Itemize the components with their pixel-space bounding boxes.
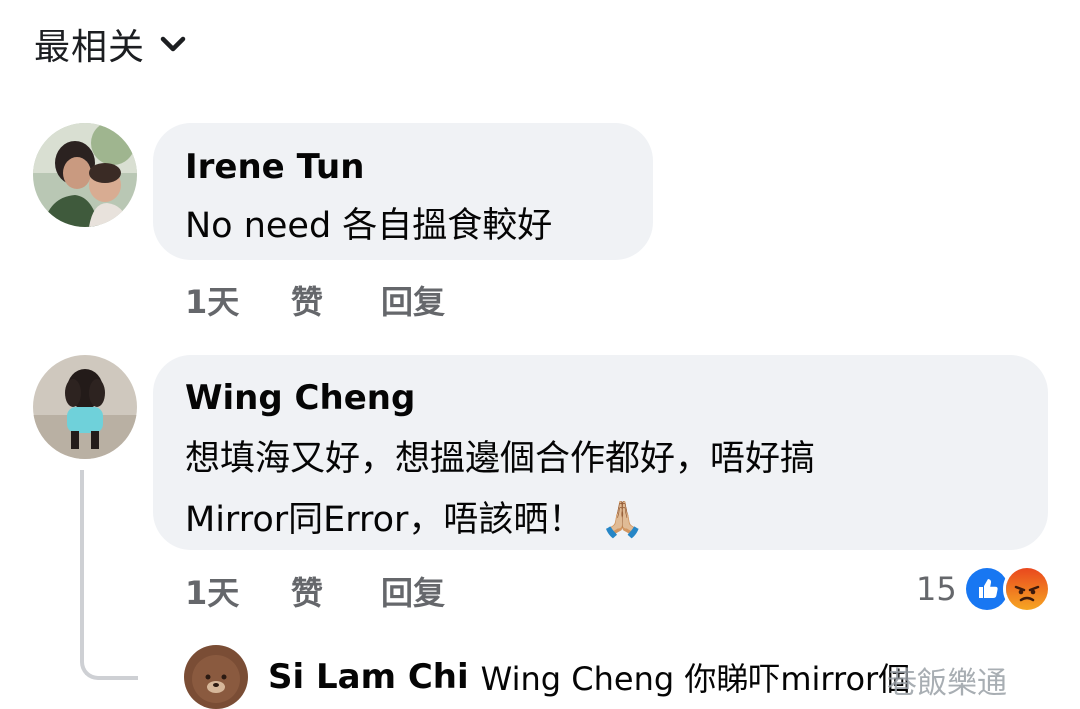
reply-preview[interactable]: Si Lam Chi Wing Cheng 你睇吓mirror個 — [184, 645, 910, 709]
like-button[interactable]: 赞 — [291, 277, 323, 323]
reply-text: Wing Cheng 你睇吓mirror個 — [480, 660, 911, 698]
reply-button[interactable]: 回复 — [381, 277, 445, 323]
sort-label: 最相关 — [34, 27, 146, 68]
chevron-down-icon — [159, 34, 187, 58]
watermark: 巷飯樂通 — [887, 666, 1007, 701]
angry-icon — [1002, 565, 1051, 613]
reaction-count: 15 — [916, 570, 957, 608]
comment-text-line-1: 想填海又好，想搵邊個合作都好，唔好搞 — [185, 439, 816, 479]
reply-author[interactable]: Si Lam Chi — [268, 657, 469, 697]
praying-hands-emoji: 🙏🏼 — [600, 500, 645, 540]
comment-text-line-2-text: Mirror同Error，唔該晒！ — [185, 500, 584, 540]
comment-text: No need 各自搵食較好 — [185, 206, 553, 246]
avatar-irene-tun[interactable] — [33, 123, 137, 227]
thread-line — [80, 470, 138, 680]
sort-dropdown[interactable]: 最相关 — [34, 18, 187, 70]
comment-author[interactable]: Irene Tun — [185, 147, 364, 187]
reply-button[interactable]: 回复 — [381, 568, 445, 614]
avatar-si-lam-chi[interactable] — [184, 645, 248, 709]
like-button[interactable]: 赞 — [291, 568, 323, 614]
comment-text-line-2: Mirror同Error，唔該晒！ 🙏🏼 — [185, 491, 644, 542]
reactions-summary[interactable]: 15 — [916, 565, 1051, 613]
comment-author[interactable]: Wing Cheng — [185, 378, 415, 418]
avatar-wing-cheng[interactable] — [33, 355, 137, 459]
comment-time: 1天 — [185, 574, 240, 612]
comment-time: 1天 — [185, 283, 240, 321]
